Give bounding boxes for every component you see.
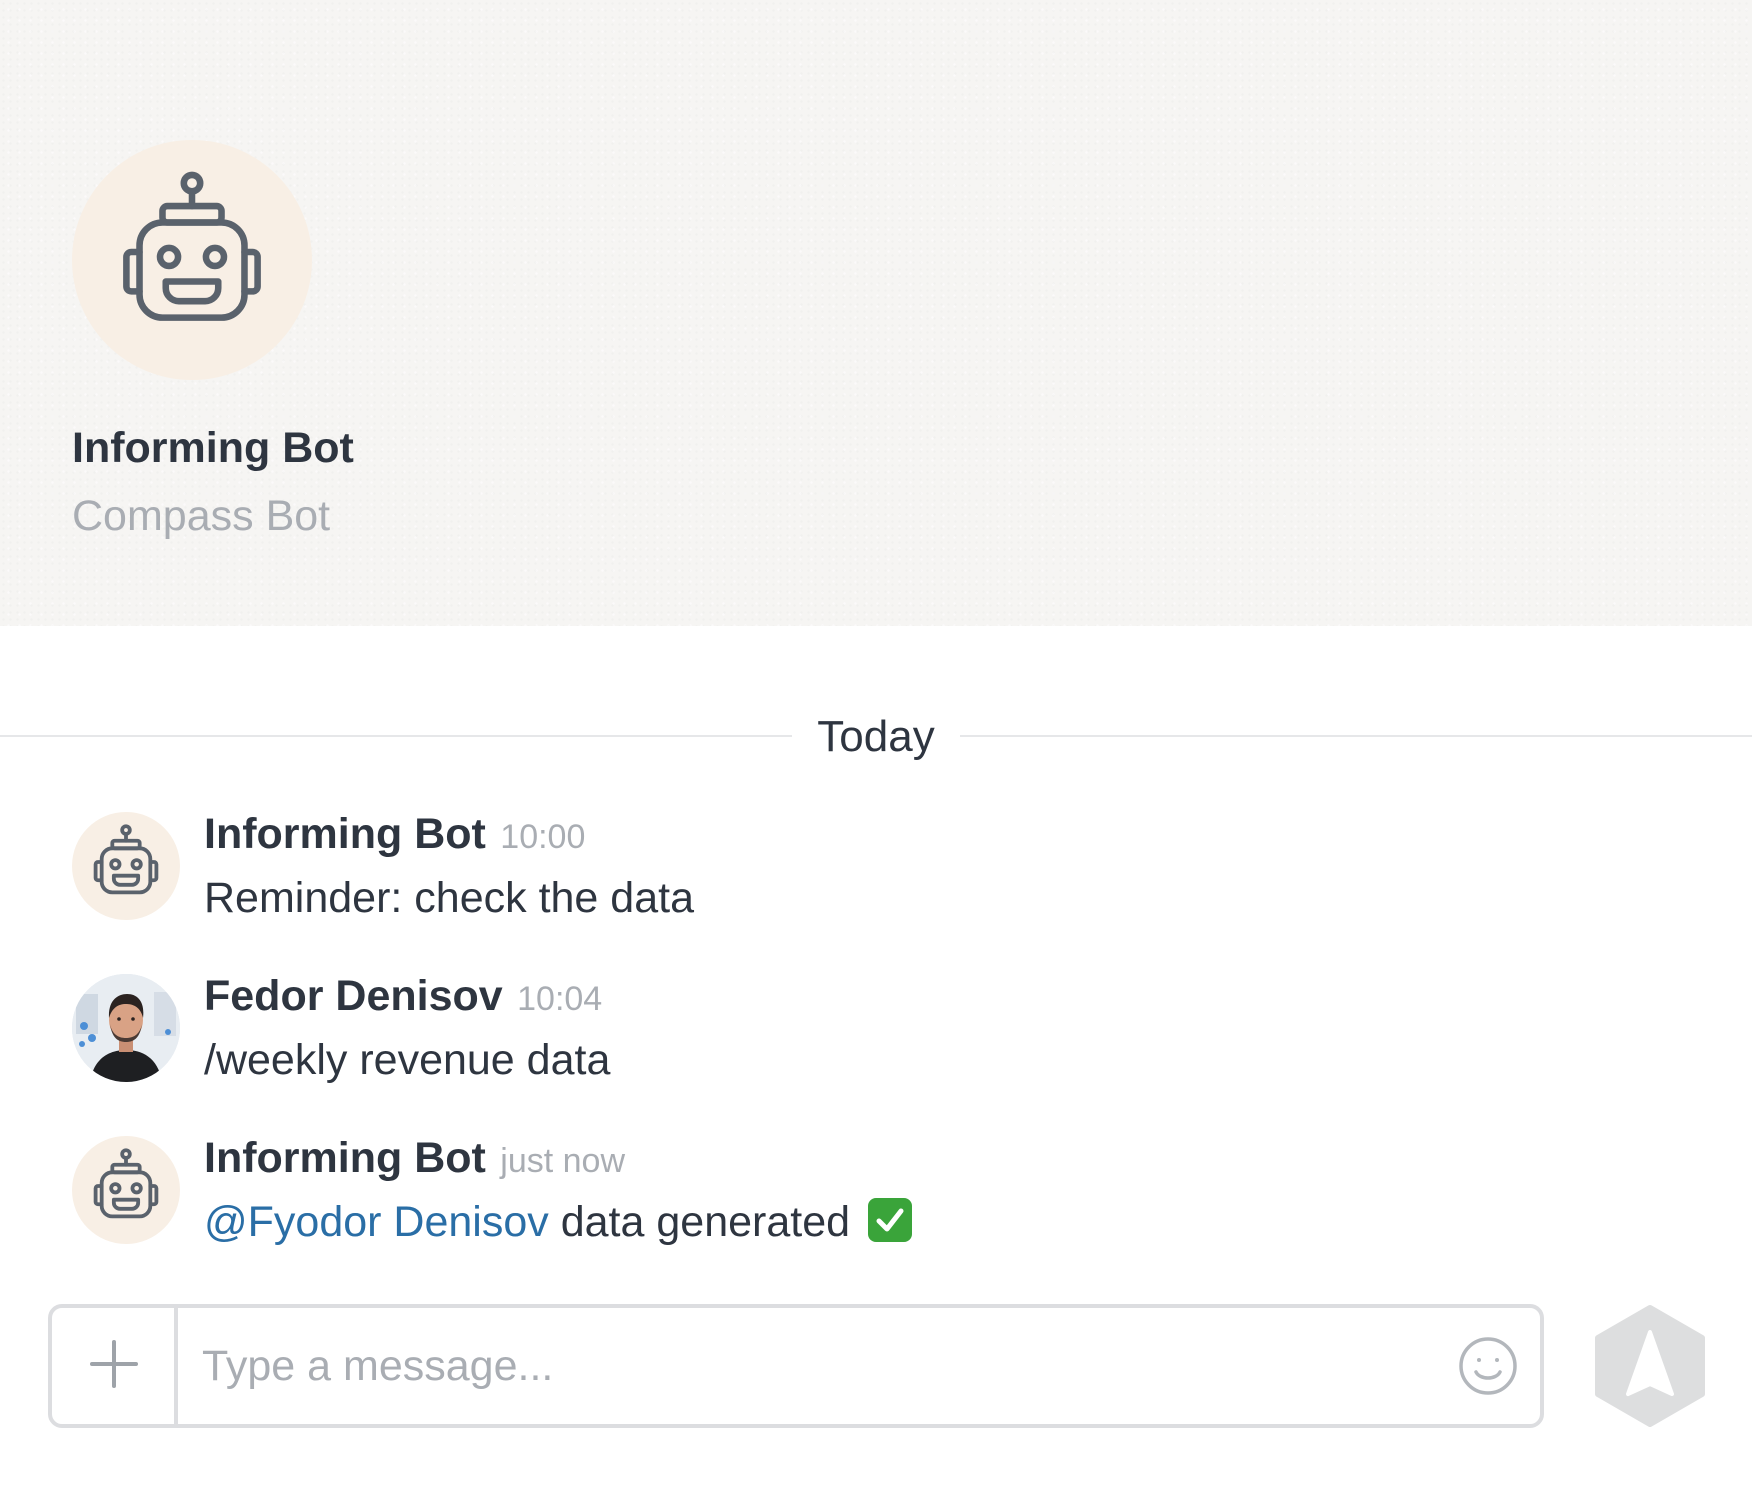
message-text-body: data generated xyxy=(548,1198,862,1246)
message-time: 10:04 xyxy=(517,980,603,1018)
add-attachment-button[interactable] xyxy=(52,1308,178,1424)
message-text: Reminder: check the data xyxy=(204,874,694,922)
chat-page: Informing Bot Compass Bot Today Informin… xyxy=(0,0,1752,1491)
message-composer xyxy=(48,1304,1544,1428)
message-item: Informing Bot just now @Fyodor Denisov d… xyxy=(72,1134,1672,1256)
date-divider-label: Today xyxy=(817,712,935,761)
message-input[interactable] xyxy=(202,1332,1432,1400)
plus-icon xyxy=(90,1340,138,1388)
message-text: /weekly revenue data xyxy=(204,1036,611,1084)
divider-line-left xyxy=(0,735,792,737)
message-meta: Fedor Denisov 10:04 xyxy=(204,972,602,1021)
message-text: @Fyodor Denisov data generated xyxy=(204,1198,912,1247)
message-author[interactable]: Informing Bot xyxy=(204,810,486,858)
message-time: just now xyxy=(500,1142,626,1180)
message-time: 10:00 xyxy=(500,818,586,856)
robot-icon xyxy=(93,1148,159,1219)
bot-profile-header: Informing Bot Compass Bot xyxy=(0,0,1752,626)
message-item: Fedor Denisov 10:04 /weekly revenue data xyxy=(72,972,1672,1094)
message-author[interactable]: Fedor Denisov xyxy=(204,972,503,1020)
message-author[interactable]: Informing Bot xyxy=(204,1134,486,1182)
send-button[interactable] xyxy=(1592,1304,1708,1428)
avatar[interactable] xyxy=(72,1136,180,1244)
avatar[interactable] xyxy=(72,974,180,1082)
smiley-icon[interactable] xyxy=(1456,1334,1520,1398)
check-mark-emoji-icon xyxy=(867,1198,912,1242)
robot-icon xyxy=(123,171,261,321)
message-item: Informing Bot 10:00 Reminder: check the … xyxy=(72,810,1672,932)
bot-name: Informing Bot xyxy=(72,424,354,472)
avatar[interactable] xyxy=(72,812,180,920)
user-photo xyxy=(72,974,180,1082)
robot-icon xyxy=(93,824,159,895)
bot-avatar-large xyxy=(72,140,312,380)
user-mention-link[interactable]: @Fyodor Denisov xyxy=(204,1198,549,1246)
bot-subtitle: Compass Bot xyxy=(72,492,331,540)
divider-line-right xyxy=(960,735,1752,737)
message-meta: Informing Bot just now xyxy=(204,1134,625,1183)
message-meta: Informing Bot 10:00 xyxy=(204,810,585,859)
